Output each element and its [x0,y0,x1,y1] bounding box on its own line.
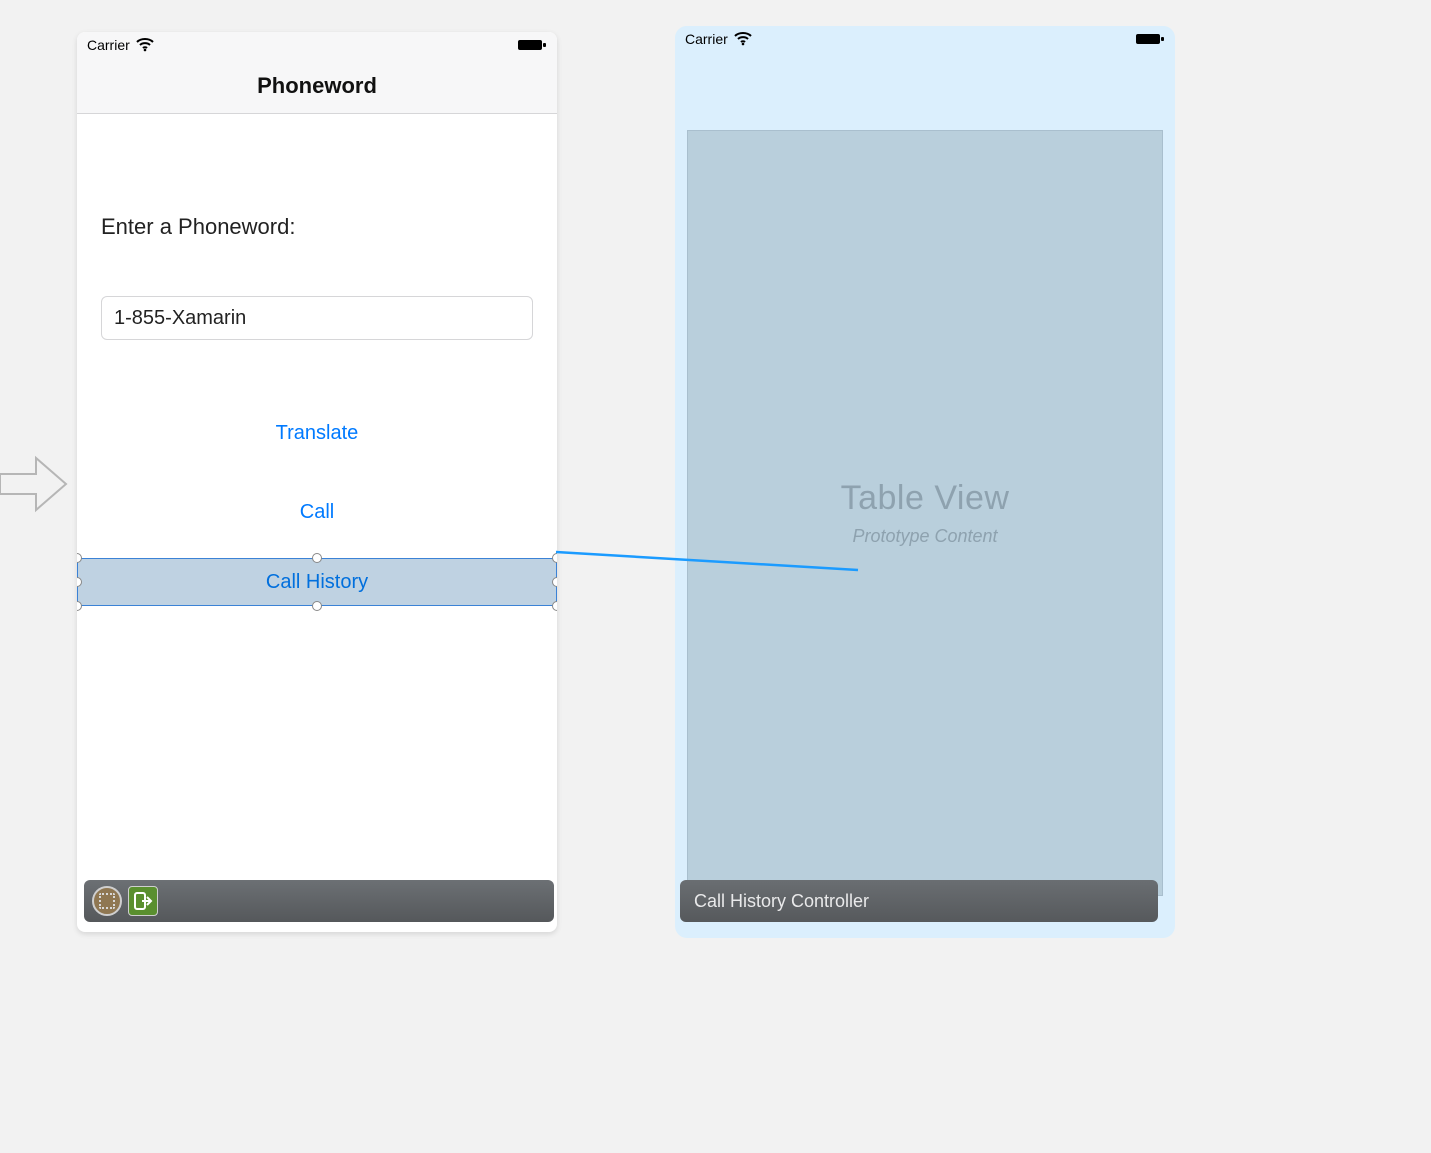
resize-handle-middle-right[interactable] [552,577,557,587]
carrier-label: Carrier [685,31,728,47]
table-view-title: Table View [841,479,1010,518]
call-history-button[interactable]: Call History [77,558,557,606]
nav-bar-placeholder [675,52,1175,130]
status-bar: Carrier [675,26,1175,52]
battery-icon [517,38,547,52]
scene-label: Call History Controller [694,891,869,912]
table-view[interactable]: Table View Prototype Content [687,130,1163,896]
resize-handle-top-center[interactable] [312,553,322,563]
initial-scene-arrow-icon [0,452,70,516]
battery-icon [1135,32,1165,46]
prompt-label: Enter a Phoneword: [101,214,533,240]
phoneword-scene[interactable]: Carrier Phoneword Enter a Phoneword: Tra… [77,32,557,932]
scene-label-bar[interactable]: Call History Controller [680,880,1158,922]
wifi-icon [734,32,752,46]
phoneword-input[interactable] [101,296,533,340]
table-view-subtitle: Prototype Content [852,526,997,547]
call-history-label: Call History [266,571,368,594]
view-controller-icon[interactable] [92,886,122,916]
status-bar: Carrier [77,32,557,58]
phoneword-content: Enter a Phoneword: Translate Call [77,114,557,532]
resize-handle-bottom-right[interactable] [552,601,557,611]
resize-handle-bottom-center[interactable] [312,601,322,611]
call-button[interactable]: Call [101,493,533,532]
resize-handle-top-right[interactable] [552,553,557,563]
wifi-icon [136,38,154,52]
resize-handle-bottom-left[interactable] [77,601,82,611]
translate-button[interactable]: Translate [101,414,533,453]
carrier-label: Carrier [87,37,130,53]
call-history-scene[interactable]: Carrier Table View Prototype Content [675,26,1175,938]
exit-icon[interactable] [128,886,158,916]
dock-bar [84,880,554,922]
call-history-button-selection[interactable]: Call History [77,558,557,606]
page-title: Phoneword [257,73,377,99]
navigation-bar: Phoneword [77,58,557,114]
